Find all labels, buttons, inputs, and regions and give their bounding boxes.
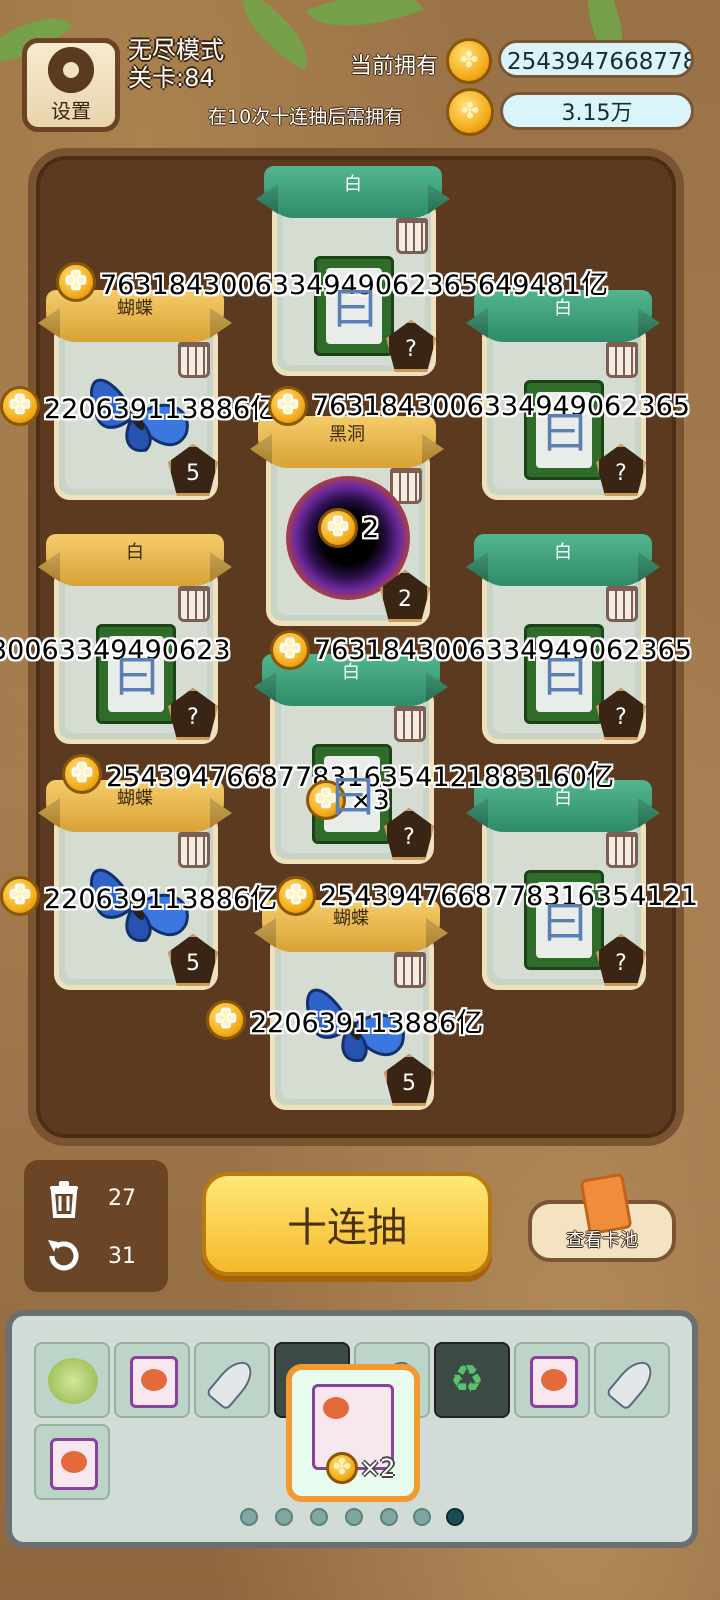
coin-icon xyxy=(326,1452,358,1484)
view-pool-button[interactable]: 查看卡池 xyxy=(528,1172,676,1262)
floating-reward: 220639113886亿 xyxy=(0,386,277,426)
tray-item-recycle[interactable]: ♻ xyxy=(434,1342,510,1418)
coin-icon xyxy=(446,88,494,136)
trash-icon[interactable] xyxy=(394,706,426,742)
tile-char: 曰 xyxy=(332,281,378,335)
reward-value: 220639113886亿 xyxy=(44,393,278,425)
card-double-icon xyxy=(130,1356,178,1408)
card-double-icon xyxy=(530,1356,578,1408)
card-title: 白 xyxy=(46,534,224,586)
view-pool-label: 查看卡池 xyxy=(566,1230,638,1251)
level-label: 关卡:84 xyxy=(128,64,215,92)
trash-count: 27 xyxy=(108,1186,136,1211)
page-dot[interactable] xyxy=(275,1508,293,1526)
coin-icon xyxy=(62,754,102,794)
reward-value: 2543947668778316354121 xyxy=(320,880,698,912)
coin-icon xyxy=(268,386,308,426)
mode-info: 无尽模式 关卡:84 xyxy=(128,36,224,92)
tile-char: 曰 xyxy=(330,769,376,823)
card-double-icon xyxy=(50,1438,98,1490)
tile-char: 曰 xyxy=(114,649,160,703)
tile-char: 曰 xyxy=(542,649,588,703)
undo-icon[interactable] xyxy=(42,1234,86,1278)
ten-draw-button[interactable]: 十连抽 xyxy=(202,1172,492,1276)
cabbage-icon xyxy=(48,1358,98,1404)
ten-draw-label: 十连抽 xyxy=(287,1205,407,1251)
rocket-icon xyxy=(205,1354,259,1412)
counters-panel: 27 31 xyxy=(24,1160,168,1292)
trash-icon[interactable] xyxy=(396,218,428,254)
page-dot[interactable] xyxy=(413,1508,431,1526)
page-dot-active[interactable] xyxy=(446,1508,464,1526)
floating-reward: 7631843006334949062365 xyxy=(268,386,690,426)
settings-button[interactable]: 设置 xyxy=(22,38,120,132)
reward-value: 7631843006334949062365 xyxy=(312,390,690,422)
reward-value: 220639113886亿 xyxy=(250,1007,484,1039)
reward-value: 220639113886亿 xyxy=(44,883,278,915)
tile-char: 曰 xyxy=(542,405,588,459)
tray-item-card[interactable] xyxy=(514,1342,590,1418)
trash-icon[interactable] xyxy=(606,832,638,868)
floating-reward: 220639113886亿 xyxy=(0,876,277,916)
selected-item-card-double[interactable]: ×2 xyxy=(286,1364,420,1502)
gear-icon xyxy=(42,40,100,99)
trash-icon[interactable] xyxy=(178,586,210,622)
after-draw-label: 在10次十连抽后需拥有 xyxy=(208,106,404,128)
coin-icon xyxy=(318,508,358,548)
coin-icon xyxy=(276,876,316,916)
floating-reward: 2 xyxy=(318,508,379,548)
tray-item-rocket[interactable] xyxy=(194,1342,270,1418)
reward-value: 7631843006334949062365 xyxy=(314,634,692,666)
trash-icon[interactable] xyxy=(606,342,638,378)
current-balance: 2543947668778316354121883160亿 xyxy=(498,40,694,78)
floating-reward: 220639113886亿 xyxy=(206,1000,483,1040)
owned-label: 当前拥有 xyxy=(350,54,439,79)
card-title: 白 xyxy=(474,534,652,586)
coin-icon xyxy=(270,630,310,670)
page-dot[interactable] xyxy=(310,1508,328,1526)
settings-label: 设置 xyxy=(51,98,91,123)
multiplier-label: ×2 xyxy=(360,1454,396,1482)
tray-item-cabbage[interactable] xyxy=(34,1342,110,1418)
coin-icon xyxy=(56,262,96,302)
coin-icon xyxy=(0,876,40,916)
tray-item-rocket[interactable] xyxy=(594,1342,670,1418)
recycle-icon: ♻ xyxy=(450,1357,485,1401)
tray-item-card[interactable] xyxy=(34,1424,110,1500)
mode-label: 无尽模式 xyxy=(128,36,224,64)
tray-item-card[interactable] xyxy=(114,1342,190,1418)
floating-reward: 2543947668778316354121 xyxy=(276,876,698,916)
undo-count: 31 xyxy=(108,1244,136,1269)
trash-icon[interactable] xyxy=(606,586,638,622)
coin-icon xyxy=(206,1000,246,1040)
reward-value: 2 xyxy=(362,512,380,544)
coin-icon xyxy=(0,386,40,426)
rocket-icon xyxy=(605,1354,659,1412)
page-dot[interactable] xyxy=(380,1508,398,1526)
leaf-decoration xyxy=(306,0,424,48)
card-title: 白 xyxy=(264,166,442,218)
trash-icon[interactable] xyxy=(42,1176,86,1220)
tile-char: 曰 xyxy=(542,895,588,949)
page-dot[interactable] xyxy=(345,1508,363,1526)
coin-icon xyxy=(446,38,492,84)
floating-reward: 7631843006334949062365 xyxy=(270,630,692,670)
required-amount: 3.15万 xyxy=(500,92,694,130)
page-dot[interactable] xyxy=(240,1508,258,1526)
